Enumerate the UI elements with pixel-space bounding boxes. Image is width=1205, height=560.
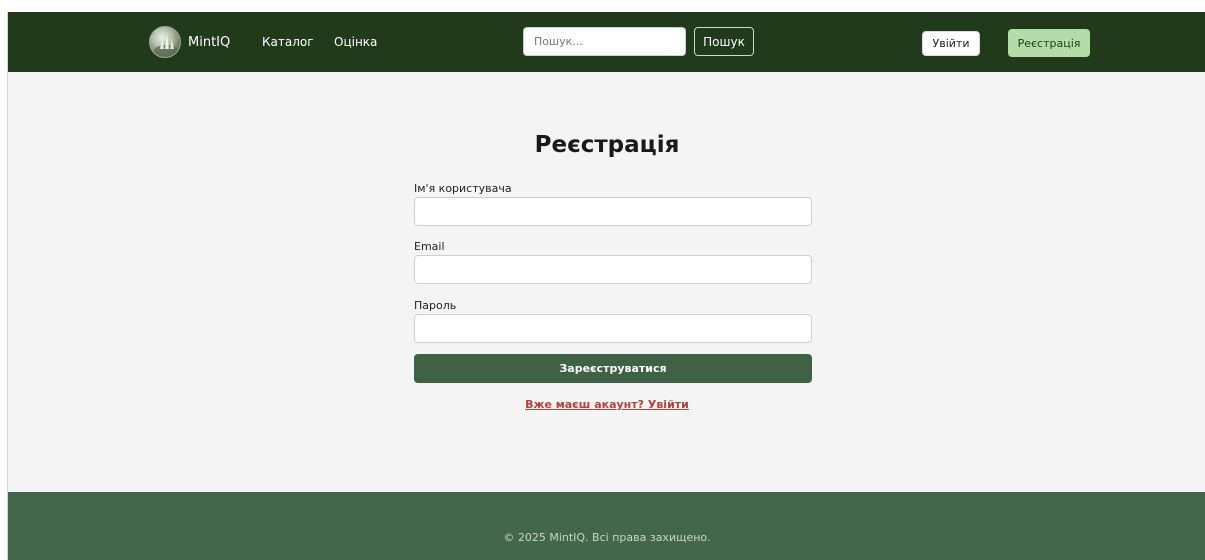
brand-name: MintIQ: [188, 34, 231, 50]
footer: © 2025 MintIQ. Всі права захищено.: [8, 492, 1205, 560]
search-input[interactable]: [523, 27, 686, 56]
page-title: Реєстрація: [534, 132, 680, 158]
password-field[interactable]: [414, 314, 812, 343]
username-field[interactable]: [414, 197, 812, 226]
username-label: Ім'я користувача: [414, 182, 512, 195]
login-link[interactable]: Вже маєш акаунт? Увійти: [8, 398, 1205, 411]
nav-link-catalog[interactable]: Каталог: [262, 35, 314, 49]
search-button[interactable]: Пошук: [694, 27, 754, 56]
nav-link-rating[interactable]: Оцінка: [334, 35, 377, 49]
submit-register-button[interactable]: Зареєструватися: [414, 354, 812, 383]
page-frame: MintIQ Каталог Оцінка Пошук Увійти Реєст…: [7, 12, 1205, 560]
register-button[interactable]: Реєстрація: [1008, 29, 1090, 57]
login-button[interactable]: Увійти: [922, 31, 980, 56]
brand-link[interactable]: MintIQ: [149, 26, 230, 58]
email-field[interactable]: [414, 255, 812, 284]
navbar: MintIQ Каталог Оцінка Пошук Увійти Реєст…: [8, 12, 1205, 72]
footer-copyright: © 2025 MintIQ. Всі права захищено.: [503, 531, 711, 544]
logo-avatar-icon: [149, 26, 181, 58]
password-label: Пароль: [414, 299, 457, 312]
email-label: Email: [414, 240, 445, 253]
